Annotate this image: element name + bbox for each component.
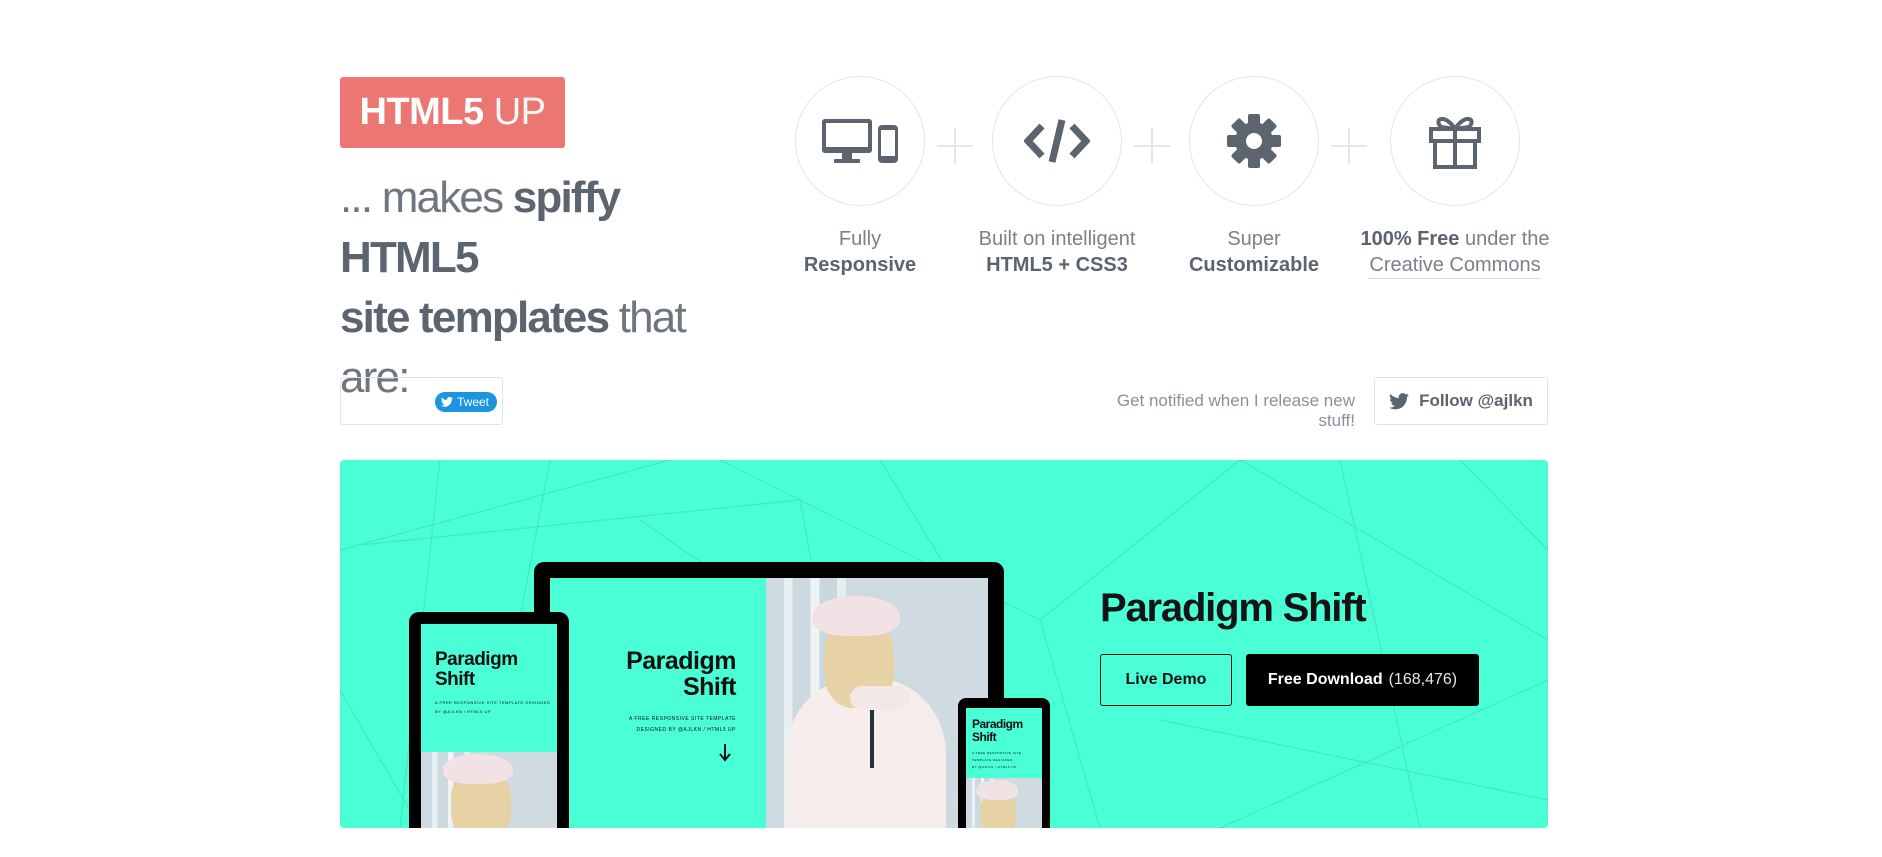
feature-line1-rest: under the xyxy=(1459,228,1550,250)
follow-label: Follow @ajlkn xyxy=(1419,391,1533,410)
phone-mockup-subtitle: A FREE RESPONSIVE SITE TEMPLATE DESIGNED… xyxy=(972,750,1038,771)
mockup-subtitle: A FREE RESPONSIVE SITE TEMPLATE DESIGNED… xyxy=(590,714,736,736)
free-download-button[interactable]: Free Download (168,476) xyxy=(1246,654,1479,706)
feature-circle xyxy=(992,76,1122,206)
mockup-title-line1: Paradigm xyxy=(626,647,736,675)
feature-line1: Fully xyxy=(838,228,882,250)
phone-screen: Paradigm Shift A FREE RESPONSIVE SITE TE… xyxy=(966,708,1042,828)
tablet-photo xyxy=(421,752,557,828)
tweet-label: Tweet xyxy=(456,395,489,409)
feature-free: 100% Free under the Creative Commons xyxy=(1350,76,1560,279)
tablet-mockup: Paradigm Shift A FREE RESPONSIVE SITE TE… xyxy=(409,612,569,828)
gear-icon xyxy=(1227,114,1281,168)
feature-line1-bold: 100% Free xyxy=(1360,228,1460,250)
follow-button[interactable]: Follow @ajlkn xyxy=(1374,377,1548,425)
download-label: Free Download xyxy=(1267,671,1383,688)
live-demo-button[interactable]: Live Demo xyxy=(1100,654,1232,706)
logo-light-text: UP xyxy=(483,91,546,133)
feature-circle xyxy=(795,76,925,206)
arrow-down-icon xyxy=(719,744,731,762)
phone-mockup: Paradigm Shift A FREE RESPONSIVE SITE TE… xyxy=(958,698,1050,828)
feature-line1: Super xyxy=(1227,228,1281,250)
twitter-bird-icon xyxy=(1389,392,1410,409)
feature-line1: Built on intelligent xyxy=(978,228,1136,250)
live-demo-label: Live Demo xyxy=(1125,671,1207,688)
phone-mockup-title: Paradigm Shift xyxy=(972,718,1023,743)
creative-commons-link[interactable]: Creative Commons xyxy=(1369,254,1541,279)
tablet-sub2: BY @AJLKN / HTML5 UP xyxy=(435,709,491,714)
desktop-mockup: Paradigm Shift A FREE RESPONSIVE SITE TE… xyxy=(534,562,1004,828)
notify-text: Get notified when I release new stuff! xyxy=(1116,391,1355,430)
mockup-title: Paradigm Shift xyxy=(616,648,736,701)
feature-line2: Responsive xyxy=(803,254,917,276)
feature-customizable: Super Customizable xyxy=(1154,76,1354,278)
tablet-mockup-subtitle: A FREE RESPONSIVE SITE TEMPLATE DESIGNED… xyxy=(435,698,555,716)
phone-title-line2: Shift xyxy=(972,729,997,744)
feature-html5-css3: Built on intelligent HTML5 + CSS3 xyxy=(957,76,1157,278)
mockup-sub1: A FREE RESPONSIVE SITE TEMPLATE xyxy=(628,716,736,722)
desktop-screen: Paradigm Shift A FREE RESPONSIVE SITE TE… xyxy=(550,578,988,828)
tweet-widget: Tweet xyxy=(340,377,503,425)
featured-template-banner[interactable]: Paradigm Shift A FREE RESPONSIVE SITE TE… xyxy=(340,460,1548,828)
html5up-logo[interactable]: HTML5 UP xyxy=(340,77,565,148)
tagline-pre: ... makes xyxy=(340,173,513,222)
feature-circle xyxy=(1390,76,1520,206)
feature-caption: Built on intelligent HTML5 + CSS3 xyxy=(957,226,1157,278)
feature-circle xyxy=(1189,76,1319,206)
tablet-sub1: A FREE RESPONSIVE SITE TEMPLATE DESIGNED xyxy=(435,700,551,705)
gift-icon xyxy=(1429,117,1481,169)
phone-sub2: BY @AJLKN / HTML5 UP xyxy=(972,765,1017,769)
logo-bold-text: HTML5 xyxy=(359,91,484,133)
feature-caption: Fully Responsive xyxy=(760,226,960,278)
tablet-screen: Paradigm Shift A FREE RESPONSIVE SITE TE… xyxy=(421,624,557,828)
mockup-title-line2: Shift xyxy=(682,673,737,702)
phone-sub1: A FREE RESPONSIVE SITE TEMPLATE DESIGNED xyxy=(972,751,1022,762)
tagline: ... makes spiffy HTML5 site templates th… xyxy=(340,168,760,408)
tweet-button[interactable]: Tweet xyxy=(434,392,497,412)
tablet-mockup-title: Paradigm Shift xyxy=(435,650,518,690)
tagline-bold2: site templates xyxy=(340,293,610,342)
theme-title[interactable]: Paradigm Shift xyxy=(1100,586,1367,631)
feature-line2: HTML5 + CSS3 xyxy=(986,254,1128,276)
tablet-title-line1: Paradigm xyxy=(435,649,518,670)
mockup-photo xyxy=(766,578,988,828)
feature-caption: 100% Free under the Creative Commons xyxy=(1350,226,1560,279)
devices-icon xyxy=(822,119,898,163)
feature-line2: Customizable xyxy=(1188,254,1320,276)
feature-responsive: Fully Responsive xyxy=(760,76,960,278)
feature-caption: Super Customizable xyxy=(1154,226,1354,278)
code-icon xyxy=(1024,119,1090,163)
download-count: (168,476) xyxy=(1388,671,1458,688)
twitter-bird-icon xyxy=(440,397,453,407)
tablet-title-line2: Shift xyxy=(435,668,475,690)
phone-photo xyxy=(966,778,1042,828)
mockup-sub2: DESIGNED BY @AJLKN / HTML5 UP xyxy=(636,727,736,733)
